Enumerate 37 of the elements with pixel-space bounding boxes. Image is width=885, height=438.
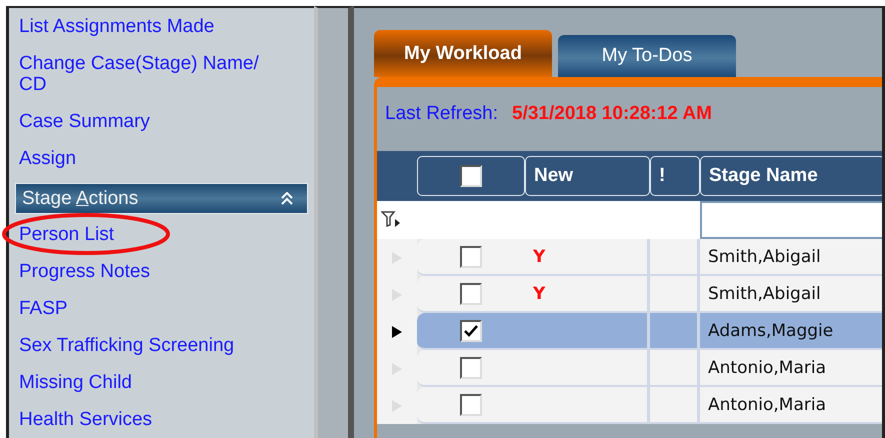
sidebar-link[interactable]: Health Services — [15, 401, 156, 438]
sidebar-link[interactable]: Sex Trafficking Screening — [15, 327, 238, 364]
new-text: Y — [533, 284, 546, 304]
sidebar-link[interactable]: Assign — [15, 140, 80, 177]
stage-name-filter-field[interactable] — [700, 201, 882, 239]
section-title: Stage Actions — [22, 188, 138, 210]
tab[interactable]: My To-Dos — [558, 35, 736, 77]
sidebar-link[interactable]: Progress Notes — [15, 253, 154, 290]
row-checkbox[interactable] — [460, 246, 482, 268]
filter-icon[interactable] — [381, 211, 401, 229]
section-header[interactable]: Stage Actions — [15, 183, 308, 214]
table-cell: Smith,Abigail — [700, 239, 882, 276]
table-cell: Adams,Maggie — [700, 313, 882, 350]
tab[interactable]: My Workload — [374, 30, 552, 77]
row-checkbox[interactable] — [460, 394, 482, 416]
sidebar-link[interactable]: List Assignments Made — [15, 8, 218, 45]
sidebar-link[interactable]: FASP — [15, 290, 72, 327]
collapse-icon[interactable] — [281, 192, 293, 206]
column-header[interactable]: ! — [650, 156, 700, 196]
checkmark-icon — [464, 324, 478, 336]
row-checkbox[interactable] — [460, 282, 482, 304]
table-cell: Antonio,Maria — [700, 387, 882, 424]
refresh-time: 5/31/2018 10:28:12 AM — [512, 103, 712, 125]
sidebar-link[interactable]: Case Summary — [15, 103, 154, 140]
table-cell: Smith,Abigail — [700, 276, 882, 313]
checkbox-cell[interactable] — [417, 313, 525, 350]
splitter[interactable] — [314, 6, 354, 438]
table-cell: Antonio,Maria — [700, 350, 882, 387]
refresh-label: Last Refresh: — [385, 103, 498, 125]
sidebar-link[interactable]: Change Case(Stage) Name/ CD — [15, 45, 273, 103]
column-header[interactable]: Stage Name — [700, 156, 882, 196]
select-all-checkbox[interactable] — [460, 165, 482, 187]
row-checkbox[interactable] — [460, 320, 482, 342]
new-text: Y — [533, 246, 546, 266]
row-checkbox[interactable] — [460, 356, 482, 378]
sidebar-link[interactable]: Missing Child — [15, 364, 136, 401]
column-header[interactable]: New — [525, 156, 650, 196]
